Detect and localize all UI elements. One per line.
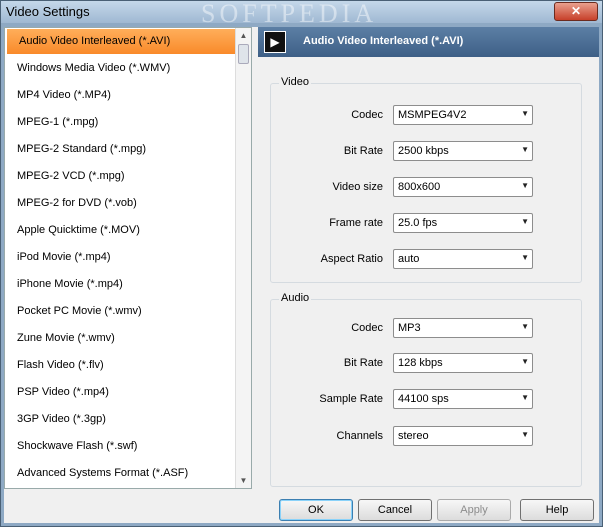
sample-rate-select[interactable]: 44100 sps ▼ [393, 389, 533, 409]
format-item-avi[interactable]: Audio Video Interleaved (*.AVI) [7, 29, 235, 54]
audio-codec-value: MP3 [398, 322, 421, 334]
format-item-ipod[interactable]: iPod Movie (*.mp4) [5, 244, 235, 271]
format-list-scrollbar[interactable]: ▲ ▼ [235, 28, 251, 488]
format-item-mpeg2-vcd[interactable]: MPEG-2 VCD (*.mpg) [5, 163, 235, 190]
watermark-text: SOFTPEDIA [201, 0, 378, 28]
format-item-shockwave[interactable]: Shockwave Flash (*.swf) [5, 433, 235, 460]
video-codec-select[interactable]: MSMPEG4V2 ▼ [393, 105, 533, 125]
close-button[interactable]: ✕ [554, 2, 598, 21]
sample-rate-value: 44100 sps [398, 393, 449, 405]
format-item-flash-video[interactable]: Flash Video (*.flv) [5, 352, 235, 379]
scroll-thumb[interactable] [238, 44, 249, 64]
format-item-mpeg2-standard[interactable]: MPEG-2 Standard (*.mpg) [5, 136, 235, 163]
channels-value: stereo [398, 430, 429, 442]
frame-rate-label: Frame rate [329, 217, 383, 229]
aspect-ratio-value: auto [398, 253, 420, 265]
aspect-ratio-select[interactable]: auto ▼ [393, 249, 533, 269]
audio-codec-label: Codec [351, 322, 383, 334]
format-header: ▶ Audio Video Interleaved (*.AVI) [258, 27, 599, 57]
chevron-down-icon: ▼ [521, 253, 529, 262]
video-codec-value: MSMPEG4V2 [398, 109, 467, 121]
chevron-down-icon: ▼ [521, 357, 529, 366]
format-item-psp[interactable]: PSP Video (*.mp4) [5, 379, 235, 406]
audio-bitrate-value: 128 kbps [398, 357, 443, 369]
video-settings-window: Video Settings SOFTPEDIA ✕ Audio Video I… [0, 0, 603, 527]
chevron-down-icon: ▼ [521, 145, 529, 154]
audio-bitrate-label: Bit Rate [343, 357, 383, 369]
video-size-select[interactable]: 800x600 ▼ [393, 177, 533, 197]
video-size-value: 800x600 [398, 181, 441, 193]
apply-button[interactable]: Apply [437, 499, 511, 521]
format-list-items: Audio Video Interleaved (*.AVI) Windows … [5, 28, 235, 487]
audio-codec-select[interactable]: MP3 ▼ [393, 318, 533, 338]
aspect-ratio-label: Aspect Ratio [320, 253, 383, 265]
format-item-quicktime[interactable]: Apple Quicktime (*.MOV) [5, 217, 235, 244]
format-list[interactable]: Audio Video Interleaved (*.AVI) Windows … [4, 27, 252, 489]
video-bitrate-value: 2500 kbps [398, 145, 449, 157]
frame-rate-value: 25.0 fps [398, 217, 438, 229]
scroll-up-arrow-icon[interactable]: ▲ [236, 28, 251, 43]
format-item-mpeg2-dvd[interactable]: MPEG-2 for DVD (*.vob) [5, 190, 235, 217]
title-bar[interactable]: Video Settings SOFTPEDIA ✕ [1, 1, 602, 28]
channels-select[interactable]: stereo ▼ [393, 426, 533, 446]
format-item-iphone[interactable]: iPhone Movie (*.mp4) [5, 271, 235, 298]
video-group: Video Codec MSMPEG4V2 ▼ Bit Rate 2500 kbp… [270, 76, 582, 283]
format-item-3gp[interactable]: 3GP Video (*.3gp) [5, 406, 235, 433]
audio-group-label: Audio [279, 292, 312, 304]
format-item-wmv[interactable]: Windows Media Video (*.WMV) [5, 55, 235, 82]
sample-rate-label: Sample Rate [319, 393, 383, 405]
window-title: Video Settings [6, 4, 90, 19]
format-item-pocket-pc[interactable]: Pocket PC Movie (*.wmv) [5, 298, 235, 325]
cancel-button[interactable]: Cancel [358, 499, 432, 521]
chevron-down-icon: ▼ [521, 181, 529, 190]
film-play-icon: ▶ [264, 31, 286, 53]
video-group-label: Video [279, 76, 311, 88]
video-codec-label: Codec [351, 109, 383, 121]
chevron-down-icon: ▼ [521, 393, 529, 402]
channels-label: Channels [336, 430, 383, 442]
dialog-content: Audio Video Interleaved (*.AVI) Windows … [4, 27, 599, 523]
audio-bitrate-select[interactable]: 128 kbps ▼ [393, 353, 533, 373]
ok-button[interactable]: OK [279, 499, 353, 521]
format-item-zune[interactable]: Zune Movie (*.wmv) [5, 325, 235, 352]
video-bitrate-label: Bit Rate [343, 145, 383, 157]
chevron-down-icon: ▼ [521, 109, 529, 118]
scroll-down-arrow-icon[interactable]: ▼ [236, 473, 251, 488]
format-item-mpeg1[interactable]: MPEG-1 (*.mpg) [5, 109, 235, 136]
format-item-mp4[interactable]: MP4 Video (*.MP4) [5, 82, 235, 109]
video-bitrate-select[interactable]: 2500 kbps ▼ [393, 141, 533, 161]
chevron-down-icon: ▼ [521, 217, 529, 226]
frame-rate-select[interactable]: 25.0 fps ▼ [393, 213, 533, 233]
video-size-label: Video size [332, 181, 383, 193]
chevron-down-icon: ▼ [521, 430, 529, 439]
help-button[interactable]: Help [520, 499, 594, 521]
format-header-title: Audio Video Interleaved (*.AVI) [303, 35, 464, 47]
audio-group: Audio Codec MP3 ▼ Bit Rate 128 kbps ▼ Samp… [270, 292, 582, 487]
format-item-asf[interactable]: Advanced Systems Format (*.ASF) [5, 460, 235, 487]
chevron-down-icon: ▼ [521, 322, 529, 331]
